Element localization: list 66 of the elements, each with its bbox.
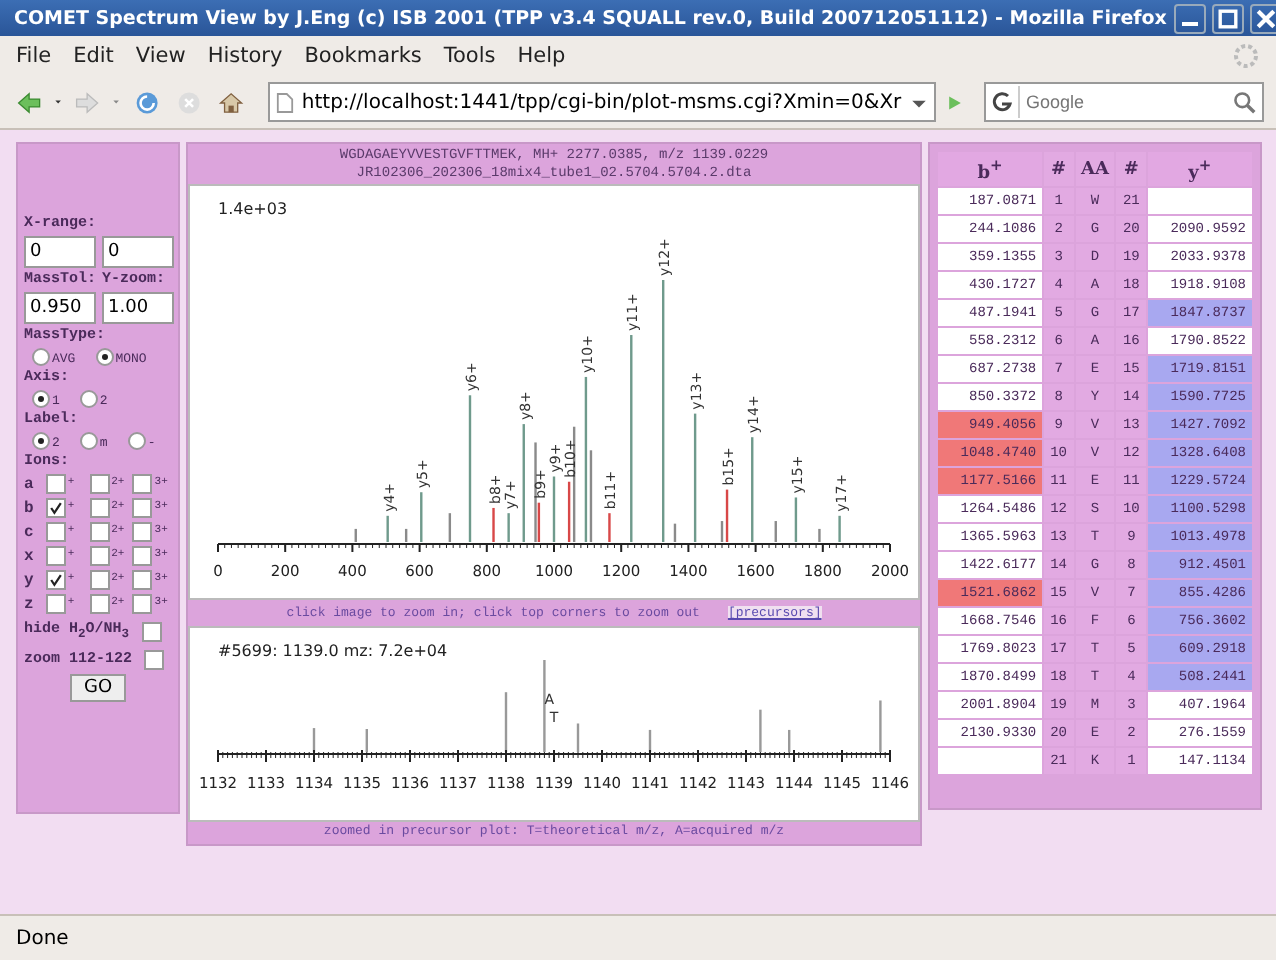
radio-button[interactable]: [79, 432, 98, 450]
checkbox[interactable]: [89, 570, 110, 590]
menu-item[interactable]: View: [135, 44, 186, 68]
menu-item[interactable]: Edit: [73, 44, 114, 68]
ion-label: z: [24, 595, 36, 613]
radio-button[interactable]: [127, 432, 146, 450]
radio-button[interactable]: [32, 390, 50, 408]
radio-button[interactable]: [32, 348, 50, 366]
status-text: Done: [16, 927, 69, 949]
checkbox[interactable]: [89, 522, 110, 542]
column-header: #: [1044, 152, 1074, 186]
dropdown-icon[interactable]: [54, 96, 63, 108]
input-field[interactable]: 1.00: [102, 292, 174, 324]
maximize-button[interactable]: [1212, 3, 1245, 33]
radio-button[interactable]: [79, 390, 98, 408]
checkbox[interactable]: [141, 622, 162, 642]
column-header: b$^{+}$: [938, 152, 1043, 186]
checkbox[interactable]: [89, 474, 110, 494]
url-field[interactable]: http://localhost:1441/tpp/cgi-bin/plot-msms.cgi?Xmin=0&Xr: [267, 82, 936, 122]
close-button[interactable]: [1250, 3, 1276, 33]
menu-item[interactable]: History: [207, 44, 283, 68]
checkbox[interactable]: [132, 570, 153, 590]
column-header: AA: [1075, 152, 1115, 186]
input-field[interactable]: 0: [24, 236, 96, 268]
ion-label: x: [24, 547, 36, 565]
radio-button[interactable]: [32, 432, 50, 450]
checkbox[interactable]: [45, 570, 66, 590]
input-field[interactable]: 0.950: [24, 292, 96, 324]
ion-label: a: [24, 475, 36, 493]
checkbox[interactable]: [45, 522, 66, 542]
input-field[interactable]: 0: [102, 236, 174, 268]
search-icon[interactable]: [1232, 90, 1257, 114]
checkbox[interactable]: [89, 546, 110, 566]
throbber-icon: [1232, 42, 1260, 70]
radio-button[interactable]: [95, 348, 114, 366]
checkbox[interactable]: [132, 546, 153, 566]
checkbox[interactable]: [132, 522, 153, 542]
checkbox[interactable]: [89, 498, 110, 518]
checkbox[interactable]: [144, 650, 165, 670]
column-header: y$^{+}$: [1147, 152, 1252, 186]
checkbox[interactable]: [45, 498, 66, 518]
menu-item[interactable]: Help: [517, 44, 566, 68]
column-header: #: [1116, 152, 1146, 186]
ion-label: y: [24, 571, 36, 589]
checkbox[interactable]: [45, 474, 66, 494]
checkbox[interactable]: [89, 594, 110, 614]
window-title: COMET Spectrum View by J.Eng (c) ISB 2001 (TPP v3.4 SQUALL rev.0, Build 200712051112) - Mozilla Firefox: [14, 7, 1167, 29]
maximize-icon: [1214, 5, 1243, 31]
checkbox[interactable]: [132, 498, 153, 518]
close-icon: [1252, 5, 1276, 31]
menu-item[interactable]: Bookmarks: [304, 44, 422, 68]
search-field[interactable]: Google: [984, 82, 1265, 122]
checkbox[interactable]: [45, 546, 66, 566]
minimize-button[interactable]: [1174, 3, 1207, 33]
checkbox[interactable]: [45, 594, 66, 614]
precursor-title: #5699: 1139.0 mz: 7.2e+04: [218, 642, 448, 660]
menu-item[interactable]: File: [16, 44, 52, 68]
menu-item[interactable]: Tools: [443, 44, 496, 68]
checkbox[interactable]: [132, 474, 153, 494]
minimize-icon: [1182, 21, 1199, 25]
page-icon: [275, 91, 294, 113]
ion-label: c: [24, 523, 36, 541]
ion-label: b: [24, 499, 36, 517]
checkbox[interactable]: [132, 594, 153, 614]
go-button[interactable]: GO: [69, 674, 127, 702]
intensity-label: 1.4e+03: [218, 200, 288, 218]
